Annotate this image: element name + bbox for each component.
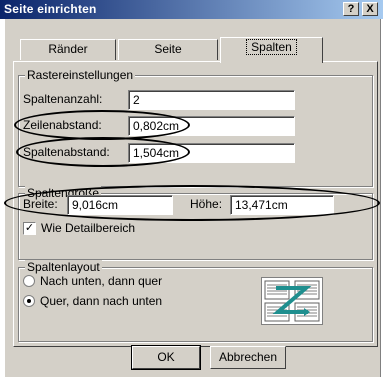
radio-across-then-down[interactable]	[23, 295, 35, 307]
height-label: Höhe:	[190, 197, 223, 211]
cancel-button[interactable]: Abbrechen	[210, 346, 286, 369]
layout-preview	[261, 277, 323, 325]
layout-preview-graphic	[264, 280, 320, 322]
help-button[interactable]: ?	[343, 2, 359, 16]
tab-raender-label: Ränder	[48, 42, 88, 56]
tab-spalten-label: Spalten	[246, 39, 297, 55]
detail-checkbox[interactable]: ✓	[23, 222, 36, 235]
column-count-label: Spaltenanzahl:	[23, 92, 103, 106]
title-bar: Seite einrichten ? X	[0, 0, 383, 19]
height-field[interactable]: 13,471cm	[230, 195, 334, 215]
dialog-body: Ränder Seite Spalten Rastereinstellungen…	[4, 19, 381, 377]
row-spacing-field[interactable]: 0,802cm	[128, 116, 295, 136]
tab-seite-label: Seite	[154, 42, 182, 56]
tab-raender[interactable]: Ränder	[20, 39, 116, 60]
window-title: Seite einrichten	[4, 2, 97, 16]
radio-down-then-across[interactable]	[23, 275, 35, 287]
detail-checkbox-label[interactable]: Wie Detailbereich	[41, 221, 135, 235]
tab-spalten[interactable]: Spalten	[220, 37, 323, 63]
radio-across-then-down-label[interactable]: Quer, dann nach unten	[40, 294, 162, 308]
close-button[interactable]: X	[362, 2, 378, 16]
row-spacing-label: Zeilenabstand:	[23, 118, 102, 132]
radio-down-then-across-label[interactable]: Nach unten, dann quer	[40, 274, 162, 288]
width-label: Breite:	[23, 197, 58, 211]
width-field[interactable]: 9,016cm	[67, 195, 173, 215]
col-spacing-field[interactable]: 1,504cm	[128, 143, 295, 163]
layout-legend: Spaltenlayout	[25, 260, 102, 274]
tab-seite[interactable]: Seite	[118, 39, 218, 60]
ok-button[interactable]: OK	[131, 345, 201, 370]
column-count-field[interactable]: 2	[128, 90, 295, 110]
raster-legend: Rastereinstellungen	[25, 68, 136, 82]
col-spacing-label: Spaltenabstand:	[23, 145, 110, 159]
